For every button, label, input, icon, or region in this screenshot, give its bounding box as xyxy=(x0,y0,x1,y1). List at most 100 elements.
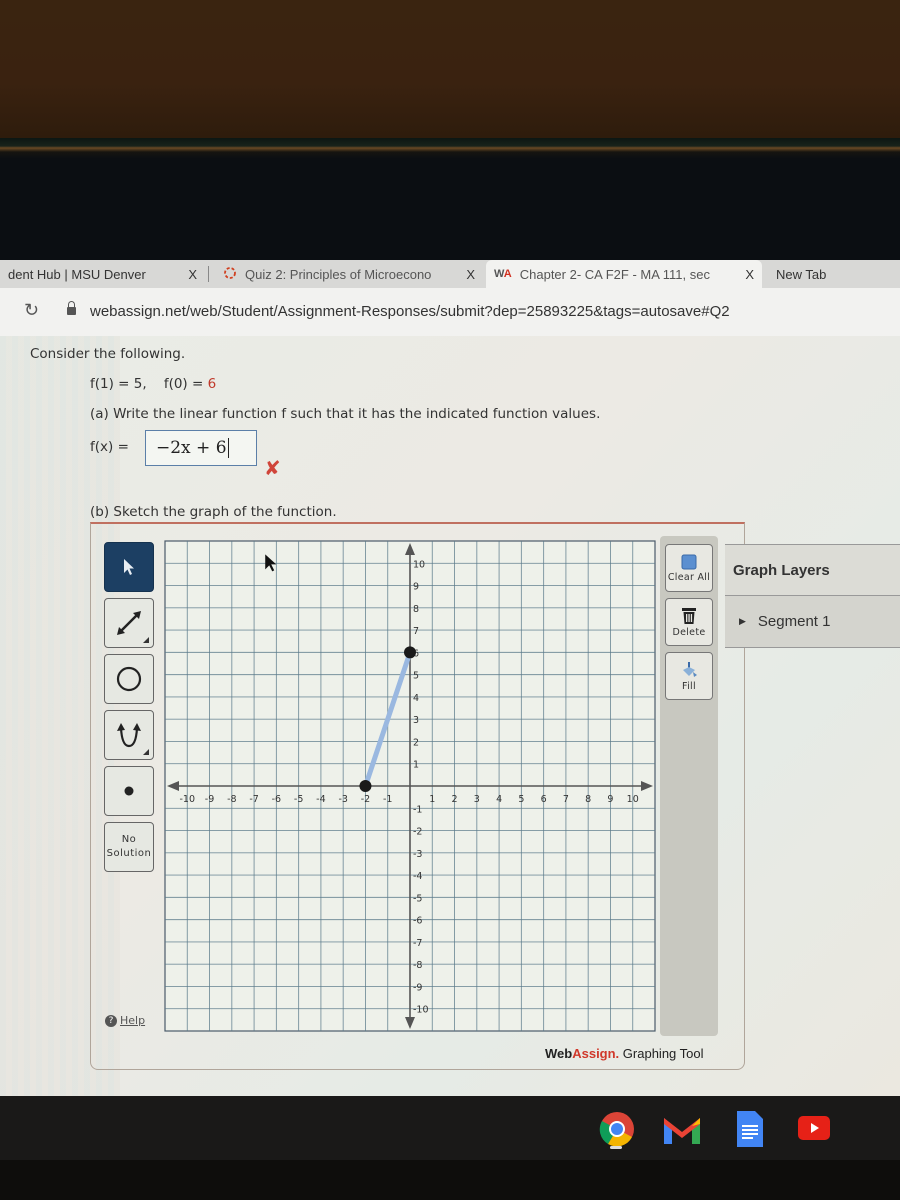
chrome-icon[interactable] xyxy=(598,1110,636,1148)
brand-web: Web xyxy=(545,1046,573,1061)
graph-toolbox: No Solution xyxy=(100,536,158,1036)
x-tick-label: -5 xyxy=(294,794,303,805)
running-indicator xyxy=(610,1146,622,1149)
trash-icon xyxy=(682,607,696,624)
circle-tool-button[interactable] xyxy=(104,654,154,704)
fill-button[interactable]: Fill xyxy=(665,652,713,700)
graph-canvas[interactable]: -10 -9 -8 -7 -6 -5 -4 -3 -2 -1 1 2 3 4 5 6 7 8 9 1010987654… xyxy=(160,536,660,1036)
lock-icon[interactable] xyxy=(67,301,76,315)
y-tick-label: -1 xyxy=(413,804,422,815)
no-solution-button[interactable]: No Solution xyxy=(104,822,154,872)
submenu-corner-icon xyxy=(143,637,149,643)
clear-all-label: Clear All xyxy=(667,571,711,583)
answer-input[interactable]: −2x + 6 xyxy=(145,430,257,466)
x-tick-label: -6 xyxy=(272,794,281,805)
graph-layers-panel: Graph Layers ▶ Segment 1 xyxy=(725,544,900,648)
segment-endpoint[interactable] xyxy=(404,646,416,659)
clear-all-button[interactable]: Clear All xyxy=(665,544,713,592)
part-b-prompt: (b) Sketch the graph of the function. xyxy=(90,504,337,520)
x-tick-label: 3 xyxy=(474,794,480,805)
help-link[interactable]: ? Help xyxy=(105,1014,145,1027)
tab-msu-hub[interactable]: dent Hub | MSU Denver X xyxy=(0,260,205,288)
circle-tool-icon xyxy=(116,666,142,692)
y-tick-label: -9 xyxy=(413,982,422,993)
x-tick-label: 10 xyxy=(627,794,639,805)
question-intro: Consider the following. xyxy=(30,346,186,362)
tab-new-tab[interactable]: New Tab xyxy=(766,260,900,288)
tab-quiz[interactable]: Quiz 2: Principles of Microecono X xyxy=(215,260,483,288)
fx-label: f(x) = xyxy=(90,439,129,455)
x-tick-label: 7 xyxy=(563,794,569,805)
delete-button[interactable]: Delete xyxy=(665,598,713,646)
x-tick-label: 5 xyxy=(518,794,524,805)
room-backdrop xyxy=(0,0,900,138)
webassign-graphing-tool-brand: WebAssign. Graphing Tool xyxy=(545,1046,704,1061)
parabola-tool-button[interactable] xyxy=(104,710,154,760)
url-field[interactable]: webassign.net/web/Student/Assignment-Res… xyxy=(90,303,730,320)
fill-label: Fill xyxy=(682,680,696,692)
screen-bottom-bezel xyxy=(0,1160,900,1200)
y-tick-label: -4 xyxy=(413,871,422,882)
webassign-icon: WA xyxy=(494,268,512,280)
x-tick-label: -8 xyxy=(227,794,236,805)
y-tick-label: 3 xyxy=(413,715,419,726)
browser-tab-bar: dent Hub | MSU Denver X Quiz 2: Principl… xyxy=(0,260,900,288)
layer-label: Segment 1 xyxy=(757,613,831,630)
x-tick-label: -4 xyxy=(316,794,325,805)
close-tab-icon[interactable]: X xyxy=(180,267,197,282)
loading-ring-icon xyxy=(223,266,237,283)
reload-icon[interactable]: ↻ xyxy=(24,300,39,321)
given-f0-prefix: f(0) = xyxy=(163,376,208,392)
tab-separator xyxy=(208,266,209,282)
tab-webassign-chapter2[interactable]: WA Chapter 2- CA F2F - MA 111, sec X xyxy=(486,260,762,288)
submenu-corner-icon xyxy=(143,749,149,755)
clear-all-icon xyxy=(681,554,697,569)
segment-endpoint[interactable] xyxy=(359,780,372,792)
line-tool-icon xyxy=(117,611,141,635)
docs-icon[interactable] xyxy=(735,1110,765,1148)
youtube-icon[interactable] xyxy=(798,1116,830,1140)
fill-bucket-icon xyxy=(683,661,697,677)
line-tool-button[interactable] xyxy=(104,598,154,648)
tab-label: Chapter 2- CA F2F - MA 111, sec xyxy=(519,266,710,282)
x-tick-label: 6 xyxy=(541,794,547,805)
expand-triangle-icon[interactable]: ▶ xyxy=(739,613,746,647)
y-tick-label: 10 xyxy=(413,559,425,570)
x-tick-label: -9 xyxy=(205,794,214,805)
pointer-arrow-icon xyxy=(124,559,134,575)
part-a-prompt: (a) Write the linear function f such tha… xyxy=(90,406,601,422)
y-tick-label: 4 xyxy=(413,693,419,704)
delete-label: Delete xyxy=(672,626,706,638)
y-tick-label: 8 xyxy=(413,604,419,615)
gmail-icon[interactable] xyxy=(662,1114,702,1146)
y-tick-label: -2 xyxy=(413,827,422,838)
y-tick-label: 5 xyxy=(413,671,419,682)
layer-item-segment-1[interactable]: ▶ Segment 1 xyxy=(725,596,900,648)
incorrect-mark-icon: ✘ xyxy=(264,456,281,480)
x-tick-label: 8 xyxy=(585,794,591,805)
webassign-page: Consider the following. f(1) = 5, f(0) =… xyxy=(0,336,900,1096)
y-tick-label: 9 xyxy=(413,582,419,593)
close-tab-icon[interactable]: X xyxy=(737,267,754,282)
graph-actions: Clear All Delete Fill xyxy=(660,536,718,1036)
x-tick-label: -2 xyxy=(361,794,370,805)
y-tick-label: -10 xyxy=(413,1005,429,1016)
laptop-lid-edge xyxy=(0,138,900,158)
x-tick-label: 9 xyxy=(607,794,613,805)
x-tick-label: -7 xyxy=(249,794,258,805)
y-tick-label: -6 xyxy=(413,916,422,927)
answer-value: −2x + 6 xyxy=(156,438,227,458)
y-tick-label: 7 xyxy=(413,626,419,637)
x-tick-label: 4 xyxy=(496,794,502,805)
brand-suffix: Graphing Tool xyxy=(619,1046,704,1061)
close-tab-icon[interactable]: X xyxy=(458,267,475,282)
tab-label: Quiz 2: Principles of Microecono xyxy=(245,266,432,282)
point-tool-button[interactable] xyxy=(104,766,154,816)
y-tick-label: -8 xyxy=(413,960,422,971)
graph-layers-title: Graph Layers xyxy=(725,544,900,596)
x-tick-label: 1 xyxy=(429,794,435,805)
x-tick-label: 2 xyxy=(452,794,458,805)
address-bar: ↻ webassign.net/web/Student/Assignment-R… xyxy=(0,288,900,336)
pointer-tool-button[interactable] xyxy=(104,542,154,592)
help-icon: ? xyxy=(105,1014,117,1027)
